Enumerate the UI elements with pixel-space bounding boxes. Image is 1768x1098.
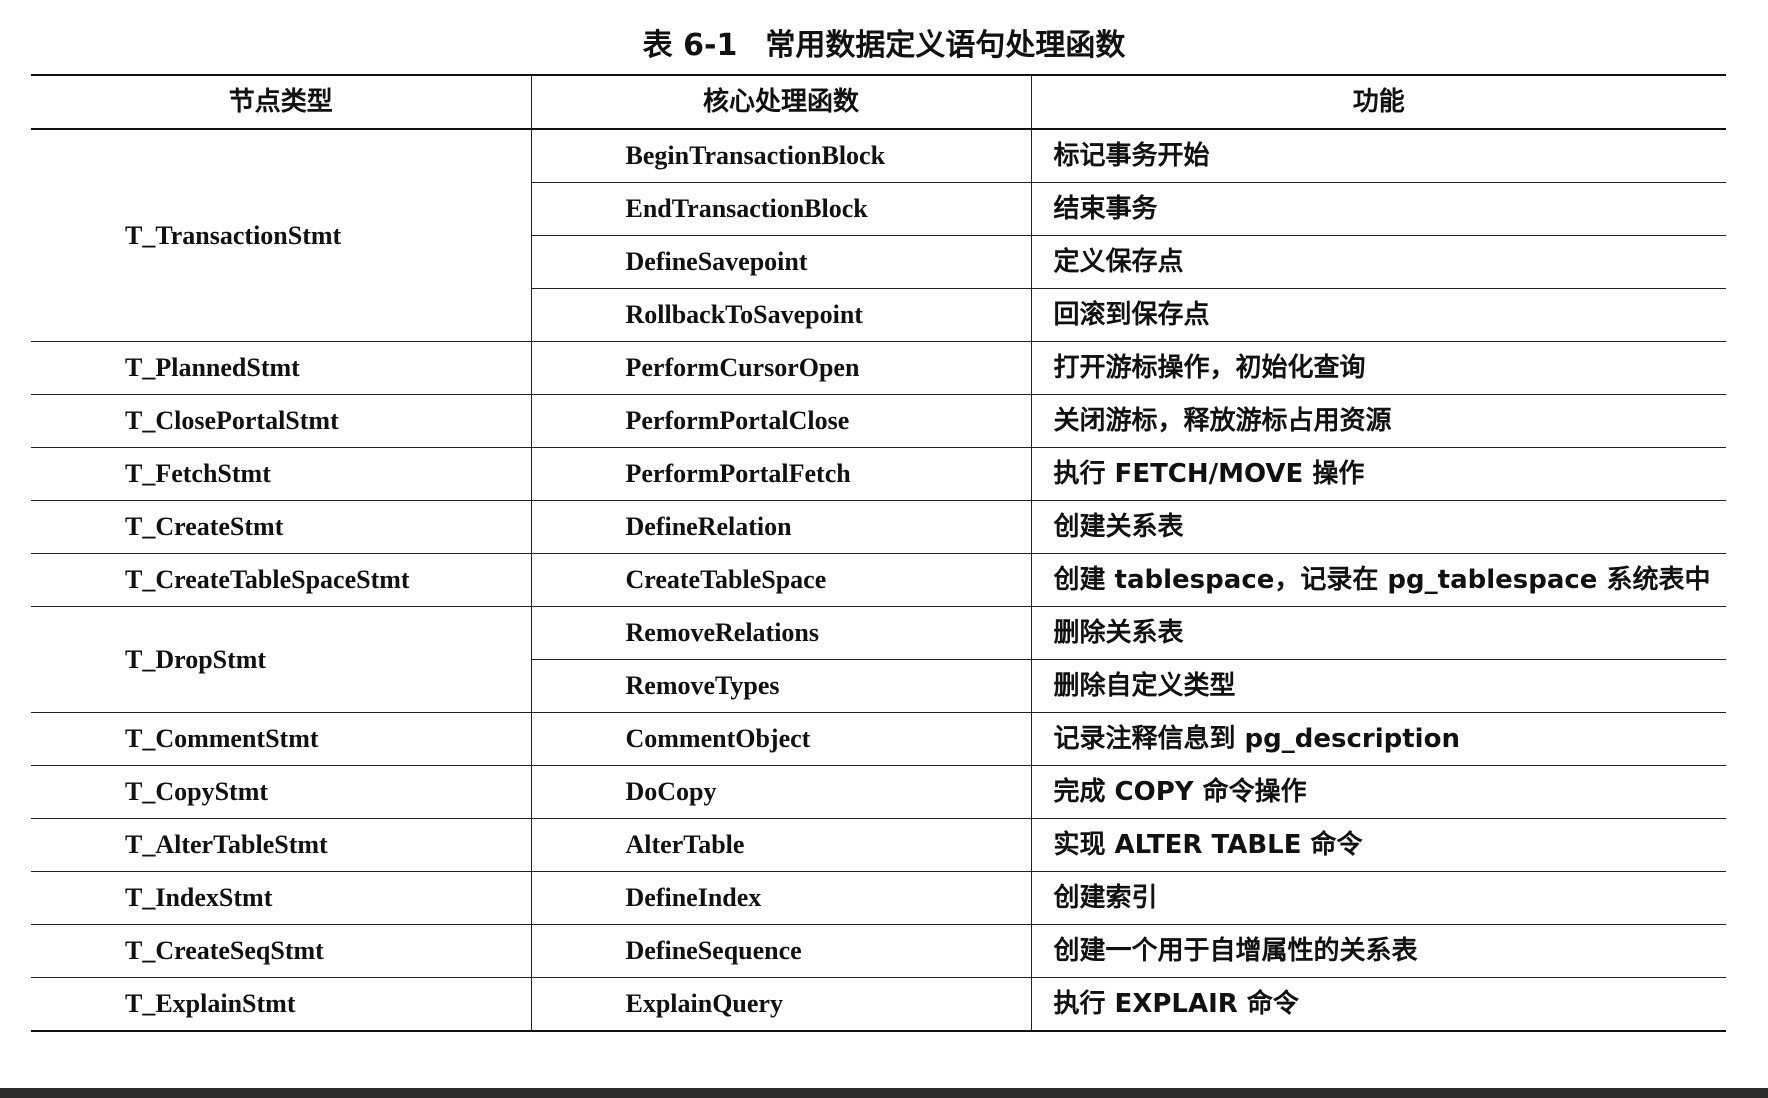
function-desc-cell: 创建一个用于自增属性的关系表: [1031, 924, 1726, 978]
node-type-cell: T_FetchStmt: [31, 447, 532, 501]
function-desc-cell: 创建关系表: [1031, 500, 1726, 554]
core-function-cell: EndTransactionBlock: [531, 182, 1032, 236]
function-desc-cell: 记录注释信息到 pg_description: [1031, 712, 1726, 766]
function-desc-cell: 创建 tablespace，记录在 pg_tablespace 系统表中: [1031, 553, 1726, 607]
table-row: T_IndexStmt DefineIndex 创建索引: [31, 871, 1726, 925]
core-function-cell: PerformCursorOpen: [531, 341, 1032, 395]
function-desc-cell: 实现 ALTER TABLE 命令: [1031, 818, 1726, 872]
table-title: 常用数据定义语句处理函数: [765, 28, 1126, 63]
core-function-cell: AlterTable: [531, 818, 1032, 872]
function-desc-cell: 结束事务: [1031, 182, 1726, 236]
table-row: T_DropStmt RemoveRelations 删除关系表: [31, 606, 1726, 713]
table-row: T_PlannedStmt PerformCursorOpen 打开游标操作，初始化…: [31, 341, 1726, 395]
table-caption: 表 6-1 常用数据定义语句处理函数: [0, 26, 1768, 66]
core-function-cell: DefineIndex: [531, 871, 1032, 925]
document-page: 表 6-1 常用数据定义语句处理函数 节点类型 核心处理函数 功能 T_Trans…: [0, 0, 1768, 1088]
core-function-cell: CreateTableSpace: [531, 553, 1032, 607]
function-desc-cell: 定义保存点: [1031, 235, 1726, 289]
table-row: T_CreateSeqStmt DefineSequence 创建一个用于自增属性的…: [31, 924, 1726, 978]
core-function-cell: RollbackToSavepoint: [531, 288, 1032, 342]
table-row: T_TransactionStmt BeginTransactionBlock 标记…: [31, 129, 1726, 342]
node-type-cell: T_DropStmt: [31, 606, 532, 713]
header-function-desc: 功能: [1031, 75, 1726, 130]
node-type-cell: T_IndexStmt: [31, 871, 532, 925]
function-desc-cell: 删除关系表: [1031, 606, 1726, 660]
function-desc-cell: 创建索引: [1031, 871, 1726, 925]
table-row: T_CreateStmt DefineRelation 创建关系表: [31, 500, 1726, 554]
function-desc-cell: 执行 EXPLAIR 命令: [1053, 989, 1299, 1019]
table-row: T_AlterTableStmt AlterTable 实现 ALTER TABLE…: [31, 818, 1726, 872]
table-row: T_CopyStmt DoCopy 完成 COPY 命令操作: [31, 765, 1726, 819]
function-desc-cell: 回滚到保存点: [1031, 288, 1726, 342]
function-table: 节点类型 核心处理函数 功能 T_TransactionStmt BeginTra…: [31, 74, 1726, 1032]
core-function-cell: DefineSequence: [531, 924, 1032, 978]
core-function-cell: ExplainQuery: [531, 977, 1032, 1031]
node-type-cell: T_CreateStmt: [31, 500, 532, 554]
core-function-cell: RemoveTypes: [531, 659, 1032, 713]
function-desc-cell: 删除自定义类型: [1031, 659, 1726, 713]
header-row: 节点类型 核心处理函数 功能: [31, 75, 1726, 130]
function-desc-cell: 打开游标操作，初始化查询: [1031, 341, 1726, 395]
node-type-cell: T_CreateTableSpaceStmt: [31, 553, 532, 607]
core-function-cell: DoCopy: [531, 765, 1032, 819]
core-function-cell: CommentObject: [531, 712, 1032, 766]
core-function-cell: DefineRelation: [531, 500, 1032, 554]
table-row: T_CommentStmt CommentObject 记录注释信息到 pg_des…: [31, 712, 1726, 766]
node-type-cell: T_CommentStmt: [31, 712, 532, 766]
node-type-cell: T_TransactionStmt: [31, 129, 532, 342]
function-desc-cell: 执行 FETCH/MOVE 操作: [1031, 447, 1726, 501]
function-desc-cell: 标记事务开始: [1031, 129, 1726, 183]
table-row: T_FetchStmt PerformPortalFetch 执行 FETCH/MO…: [31, 447, 1726, 501]
table-body: T_TransactionStmt BeginTransactionBlock 标记…: [31, 129, 1726, 1031]
node-type-cell: T_AlterTableStmt: [31, 818, 532, 872]
function-desc-cell: 关闭游标，释放游标占用资源: [1031, 394, 1726, 448]
table-number: 表 6-1: [642, 28, 738, 63]
core-function-cell: RemoveRelations: [531, 606, 1032, 660]
node-type-cell: T_CreateSeqStmt: [31, 924, 532, 978]
table-row: T_ExplainStmt ExplainQuery 执行 EXPLAIR 命令: [31, 977, 1726, 1031]
table-row: T_CreateTableSpaceStmt CreateTableSpace 创建…: [31, 553, 1726, 607]
core-function-cell: DefineSavepoint: [531, 235, 1032, 289]
node-type-cell: T_ClosePortalStmt: [31, 394, 532, 448]
header-node-type: 节点类型: [31, 75, 532, 130]
table-row: T_ClosePortalStmt PerformPortalClose 关闭游标，…: [31, 394, 1726, 448]
core-function-cell: BeginTransactionBlock: [531, 129, 1032, 183]
node-type-cell: T_ExplainStmt: [31, 977, 532, 1031]
node-type-cell: T_PlannedStmt: [31, 341, 532, 395]
core-function-cell: PerformPortalClose: [531, 394, 1032, 448]
node-type-cell: T_CopyStmt: [31, 765, 532, 819]
table-header: 节点类型 核心处理函数 功能: [31, 75, 1726, 130]
header-core-function: 核心处理函数: [531, 75, 1032, 130]
function-desc-cell: 完成 COPY 命令操作: [1031, 765, 1726, 819]
core-function-cell: PerformPortalFetch: [531, 447, 1032, 501]
